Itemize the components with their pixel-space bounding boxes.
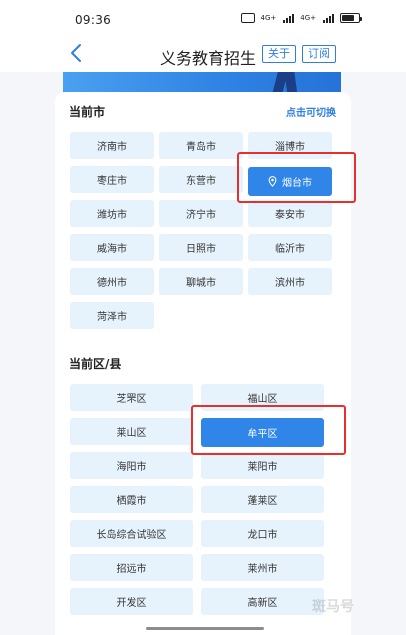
district-chip-label: 莱州市: [247, 564, 278, 575]
district-chip-selected[interactable]: 牟平区: [201, 418, 324, 447]
city-chip[interactable]: 东营市: [159, 166, 243, 193]
city-chip-label: 烟台市: [282, 178, 312, 189]
about-button[interactable]: 关于: [262, 45, 296, 63]
city-chip[interactable]: 济宁市: [159, 200, 243, 227]
city-chip-label: 济宁市: [186, 210, 216, 221]
district-chip[interactable]: 莱阳市: [201, 452, 324, 479]
district-chip-label: 长岛综合试验区: [96, 530, 167, 541]
district-chip-label: 蓬莱区: [247, 496, 278, 507]
watermark-logo: 斑马号: [312, 599, 354, 615]
city-chip-label: 威海市: [97, 244, 127, 255]
city-chip[interactable]: 青岛市: [159, 132, 243, 159]
district-chip[interactable]: 芝罘区: [70, 384, 193, 411]
network-type-label-2: 4G+: [300, 13, 316, 22]
city-chip-label: 泰安市: [275, 210, 305, 221]
city-chip[interactable]: 临沂市: [248, 234, 332, 261]
location-pin-icon: [268, 176, 277, 187]
district-chip[interactable]: 长岛综合试验区: [70, 520, 193, 547]
city-chip-label: 聊城市: [186, 278, 216, 289]
city-chip[interactable]: 德州市: [70, 268, 154, 295]
city-chip[interactable]: 聊城市: [159, 268, 243, 295]
nav-bar: 义务教育招生 关于 订阅: [0, 36, 406, 72]
district-chip[interactable]: 招远市: [70, 554, 193, 581]
district-chip[interactable]: 海阳市: [70, 452, 193, 479]
district-chip-label: 栖霞市: [116, 496, 147, 507]
network-type-label: 4G+: [260, 13, 277, 22]
district-chip[interactable]: 蓬莱区: [201, 486, 324, 513]
district-chip-label: 龙口市: [247, 530, 278, 541]
hd-icon: [240, 13, 255, 23]
city-chip[interactable]: 滨州市: [248, 268, 332, 295]
district-chip[interactable]: 莱州市: [201, 554, 324, 581]
system-icons: 4G+ 4G+: [240, 13, 362, 23]
district-section-title: 当前区/县: [69, 357, 122, 371]
city-chip-label: 青岛市: [186, 142, 216, 153]
district-chip-label: 开发区: [116, 598, 147, 609]
district-chip[interactable]: 开发区: [70, 588, 193, 615]
district-chip[interactable]: 栖霞市: [70, 486, 193, 513]
district-chip-label: 芝罘区: [116, 394, 147, 405]
district-chip-label: 高新区: [247, 598, 278, 609]
city-chip[interactable]: 日照市: [159, 234, 243, 261]
district-chip-label: 福山区: [247, 394, 278, 405]
city-chip-label: 日照市: [186, 244, 216, 255]
city-chip[interactable]: 枣庄市: [70, 166, 154, 193]
district-chip-label: 莱阳市: [247, 462, 278, 473]
city-chip-label: 枣庄市: [97, 176, 127, 187]
district-chip[interactable]: 莱山区: [70, 418, 193, 445]
status-bar: 09:36 4G+ 4G+: [0, 0, 406, 36]
city-chip[interactable]: 威海市: [70, 234, 154, 261]
district-chip[interactable]: 龙口市: [201, 520, 324, 547]
status-time: 09:36: [75, 13, 112, 27]
city-chip[interactable]: 淄博市: [248, 132, 332, 159]
district-chip[interactable]: 福山区: [201, 384, 324, 411]
city-chip[interactable]: 潍坊市: [70, 200, 154, 227]
city-chip-label: 临沂市: [275, 244, 305, 255]
city-chip-label: 淄博市: [275, 142, 305, 153]
city-chip-label: 菏泽市: [97, 312, 127, 323]
city-section-title: 当前市: [69, 105, 106, 119]
city-chip[interactable]: 菏泽市: [70, 302, 154, 329]
city-chip-label: 滨州市: [275, 278, 305, 289]
district-chip-label: 莱山区: [116, 428, 147, 439]
city-chip-label: 济南市: [97, 142, 127, 153]
subscribe-button[interactable]: 订阅: [302, 45, 336, 63]
district-chip-label: 海阳市: [116, 462, 147, 473]
home-indicator: [146, 627, 264, 630]
switch-city-link[interactable]: 点击可切换: [286, 104, 336, 119]
battery-icon: [340, 13, 362, 23]
district-chip-label: 招远市: [116, 564, 147, 575]
city-chip[interactable]: 泰安市: [248, 200, 332, 227]
city-chip-label: 潍坊市: [97, 210, 127, 221]
page-title: 义务教育招生: [159, 49, 256, 68]
signal-icon: [283, 13, 295, 23]
city-chip-selected[interactable]: 烟台市: [248, 167, 332, 196]
city-chip-label: 德州市: [97, 278, 127, 289]
district-chip[interactable]: 高新区: [201, 588, 324, 615]
city-chip[interactable]: 济南市: [70, 132, 154, 159]
district-chip-label: 牟平区: [247, 429, 278, 440]
city-chip-label: 东营市: [186, 176, 216, 187]
signal-icon-2: [323, 13, 334, 23]
